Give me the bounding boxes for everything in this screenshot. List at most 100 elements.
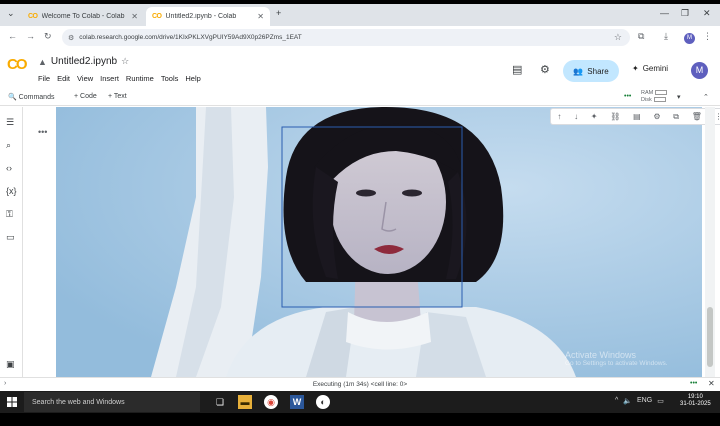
left-sidebar: ☰ ⌕ ‹› {x} ⚿ ▭ ▣: [0, 107, 23, 377]
bookmark-star-icon[interactable]: ☆: [614, 32, 622, 43]
navigation-bar: ← → ↻ ⚙ colab.research.google.com/drive/…: [0, 26, 720, 49]
notebook-area: ••• ↑ ↓ ✦ ⛓ ▤ ⚙ ⧉ 🗑 ⋮: [23, 107, 720, 377]
status-dots-icon[interactable]: •••: [690, 380, 697, 387]
file-explorer-icon[interactable]: ▬: [238, 395, 252, 409]
menu-insert[interactable]: Insert: [100, 74, 119, 83]
notifications-icon[interactable]: ▭: [657, 397, 664, 405]
extensions-icon[interactable]: ⧉: [638, 31, 644, 42]
gemini-spark-icon: ✦: [632, 64, 639, 73]
commands-label: Commands: [18, 94, 55, 101]
cell-output-image: [56, 107, 702, 377]
close-icon[interactable]: ✕: [131, 12, 138, 21]
settings-gear-icon[interactable]: ⚙: [540, 63, 550, 76]
comment-icon[interactable]: ▤: [633, 112, 641, 121]
address-bar[interactable]: ⚙ colab.research.google.com/drive/1KIxPK…: [62, 29, 630, 46]
link-icon[interactable]: ⛓: [610, 112, 620, 121]
move-down-icon[interactable]: ↓: [574, 112, 578, 121]
speaker-icon[interactable]: 🔈: [623, 397, 632, 405]
menu-tools[interactable]: Tools: [161, 74, 179, 83]
comments-icon[interactable]: ▤: [512, 63, 522, 76]
browser-window: ⌄ CO Welcome To Colab - Colab ✕ CO Untit…: [0, 4, 720, 413]
files-folder-icon[interactable]: ▭: [6, 232, 15, 243]
browser-menu-icon[interactable]: ⋮: [703, 31, 712, 42]
system-tray: ^ 🔈 ENG ▭: [615, 397, 664, 405]
watermark-subtitle: Go to Settings to activate Windows.: [565, 360, 668, 367]
secrets-key-icon[interactable]: ⚿: [6, 209, 13, 220]
watermark-title: Activate Windows: [565, 350, 637, 360]
colab-favicon-icon: CO: [152, 13, 162, 20]
menu-runtime[interactable]: Runtime: [126, 74, 154, 83]
clock-time: 19:10: [687, 394, 703, 400]
menu-edit[interactable]: Edit: [57, 74, 70, 83]
menu-file[interactable]: File: [38, 74, 50, 83]
tray-expand-icon[interactable]: ^: [615, 397, 618, 405]
notebook-title-area: ▲ Untitled2.ipynb ☆: [38, 56, 129, 67]
minimize-icon[interactable]: —: [660, 8, 669, 18]
gemini-spark-icon[interactable]: ✦: [591, 112, 598, 121]
table-of-contents-icon[interactable]: ☰: [6, 117, 14, 128]
download-icon[interactable]: ⤓: [664, 31, 668, 42]
forward-icon[interactable]: →: [26, 31, 35, 41]
add-code-button[interactable]: + Code: [74, 93, 97, 100]
cell-settings-icon[interactable]: ⚙: [653, 112, 660, 121]
menu-view[interactable]: View: [77, 74, 93, 83]
url-text: colab.research.google.com/drive/1KIxPKLX…: [79, 34, 302, 41]
cell-options[interactable]: •••: [38, 127, 47, 137]
windows-taskbar: Search the web and Windows ❏ ▬ ◉ W ◐ ^ 🔈…: [0, 391, 720, 413]
menu-bar: File Edit View Insert Runtime Tools Help: [38, 74, 201, 83]
chrome-icon[interactable]: ◉: [264, 395, 278, 409]
close-icon[interactable]: ✕: [257, 12, 264, 21]
collapse-header-icon[interactable]: ⌃: [703, 93, 709, 101]
delete-icon[interactable]: 🗑: [692, 112, 702, 121]
app-icon[interactable]: ◐: [316, 395, 330, 409]
variables-icon[interactable]: {x}: [6, 186, 17, 196]
colab-logo[interactable]: CO: [7, 56, 27, 73]
taskbar-clock[interactable]: 19:10 31-01-2025: [680, 394, 711, 408]
resource-monitor[interactable]: RAM Disk: [641, 90, 668, 104]
new-tab-icon[interactable]: +: [276, 8, 281, 18]
notebook-scrollbar[interactable]: [705, 107, 715, 377]
menu-help[interactable]: Help: [185, 74, 200, 83]
reload-icon[interactable]: ↻: [44, 31, 52, 42]
notebook-title[interactable]: Untitled2.ipynb: [51, 56, 117, 67]
gemini-button[interactable]: ✦ Gemini: [632, 64, 668, 73]
notebook-toolbar: 🔍 Commands + Code + Text ••• RAM Disk ▾ …: [0, 88, 720, 106]
window-close-icon[interactable]: ✕: [703, 8, 711, 19]
move-up-icon[interactable]: ↑: [557, 112, 561, 121]
language-indicator[interactable]: ENG: [637, 397, 652, 405]
search-icon[interactable]: ⌕: [6, 140, 11, 151]
account-avatar[interactable]: M: [691, 62, 708, 79]
profile-avatar[interactable]: M: [684, 33, 695, 44]
back-icon[interactable]: ←: [8, 31, 17, 41]
task-view-icon[interactable]: ❏: [213, 395, 227, 409]
restore-icon[interactable]: ❐: [681, 8, 689, 19]
people-icon: 👥: [573, 66, 584, 76]
scroll-thumb[interactable]: [707, 307, 713, 367]
runtime-dropdown-icon[interactable]: ▾: [677, 93, 681, 101]
execution-status: Executing (1m 34s) <cell line: 0>: [312, 381, 408, 388]
tab-search-chevron-icon[interactable]: ⌄: [7, 8, 15, 19]
tab-untitled2[interactable]: CO Untitled2.ipynb - Colab ✕: [146, 7, 270, 26]
more-options-icon[interactable]: ⋮: [715, 112, 720, 121]
tab-label: Welcome To Colab - Colab: [41, 13, 125, 20]
share-button[interactable]: 👥 Share: [563, 60, 619, 82]
terminal-icon[interactable]: ▣: [6, 359, 15, 370]
tab-label: Untitled2.ipynb - Colab: [165, 13, 237, 20]
status-close-icon[interactable]: ✕: [708, 379, 715, 388]
share-label: Share: [587, 66, 609, 76]
drive-icon: ▲: [38, 56, 47, 67]
add-text-button[interactable]: + Text: [108, 93, 127, 100]
word-icon[interactable]: W: [290, 395, 304, 409]
portrait-photo: [56, 107, 702, 377]
commands-button[interactable]: 🔍 Commands: [8, 93, 54, 101]
cell-toolbar: ↑ ↓ ✦ ⛓ ▤ ⚙ ⧉ 🗑 ⋮: [550, 108, 720, 125]
gemini-label: Gemini: [642, 64, 669, 73]
status-bar: › Executing (1m 34s) <cell line: 0> ••• …: [0, 377, 720, 391]
tab-welcome[interactable]: CO Welcome To Colab - Colab ✕: [22, 7, 144, 26]
taskbar-search[interactable]: Search the web and Windows: [24, 392, 200, 412]
mirror-cell-icon[interactable]: ⧉: [673, 112, 679, 122]
star-icon[interactable]: ☆: [121, 56, 129, 67]
windows-start-icon[interactable]: [7, 397, 17, 407]
site-info-icon[interactable]: ⚙: [68, 34, 74, 42]
code-snippets-icon[interactable]: ‹›: [6, 163, 12, 173]
